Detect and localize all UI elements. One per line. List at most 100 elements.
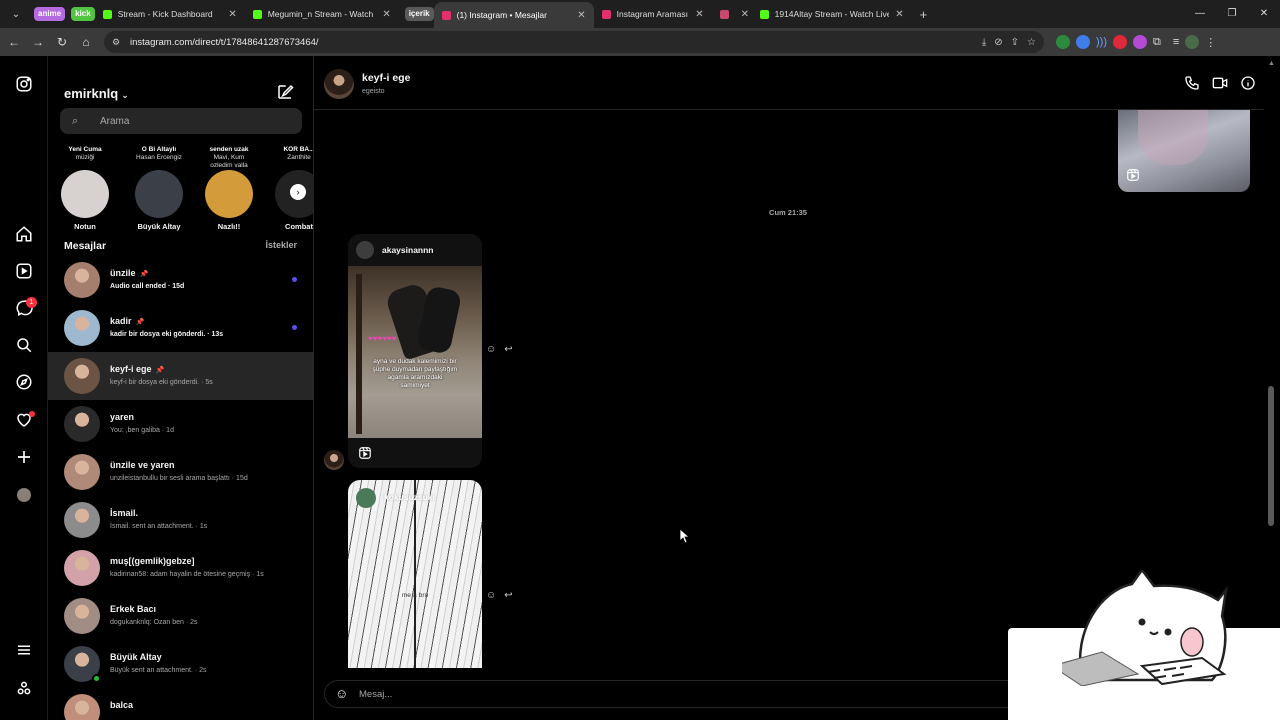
message-actions: ☺ ↩ xyxy=(486,590,513,601)
bookmark-star-icon[interactable]: ☆ xyxy=(1027,37,1036,48)
home-icon[interactable]: ⌂ xyxy=(74,35,98,49)
sender-avatar[interactable] xyxy=(324,450,344,470)
conversation-name: Büyük Altay xyxy=(110,652,162,662)
browser-tab[interactable]: Megumin_n Stream - Watch Li... ✕ xyxy=(245,0,399,28)
close-tab-icon[interactable]: ✕ xyxy=(895,9,903,20)
site-info-icon[interactable]: ⚙ xyxy=(112,37,124,48)
minimize-icon[interactable]: — xyxy=(1184,0,1216,28)
close-tab-icon[interactable]: ✕ xyxy=(695,9,703,20)
close-tab-icon[interactable]: ✕ xyxy=(382,9,390,20)
new-tab-icon[interactable]: + xyxy=(920,7,928,22)
reading-list-icon[interactable]: ≡ xyxy=(1173,36,1179,48)
react-emoji-icon[interactable]: ☺ xyxy=(486,590,496,601)
chevron-right-icon[interactable]: › xyxy=(290,184,306,200)
close-tab-icon[interactable]: ✕ xyxy=(741,9,749,20)
note-item[interactable]: Yeni Cuma müziği Notun xyxy=(54,146,116,231)
info-icon[interactable] xyxy=(1240,75,1256,91)
conversation-item[interactable]: keyf-i ege 📌 keyf-i bir dosya eki gönderdi… xyxy=(48,352,313,400)
conversation-item[interactable]: Erkek Bacı dogukanknlq: Ozan ben · 2s xyxy=(48,592,313,640)
back-icon[interactable]: ← xyxy=(2,35,26,49)
note-item[interactable]: senden uzak Mavi, Kum ozledim valla Nazlı!! xyxy=(198,146,260,231)
note-item[interactable]: O Bi Altaylı Hasan Ercengiz Büyük Altay xyxy=(128,146,190,231)
page-scrollbar[interactable]: ▲ ▼ xyxy=(1264,56,1280,666)
shared-post-card[interactable]: akaysinannn ♥♥♥♥♥♥ ayna ve dudak kalemim… xyxy=(348,234,482,468)
conversation-item[interactable]: ünzile ve yaren unzileistanbullu bir sesl… xyxy=(48,448,313,496)
conversation-item[interactable]: Büyük Altay Büyük sent an attachment. · 2… xyxy=(48,640,313,688)
shared-post-card[interactable]: kokusuzsuki me & bro xyxy=(348,480,482,668)
menu-icon[interactable]: ⋮ xyxy=(1205,36,1216,49)
conversation-item[interactable]: ünzile 📌 Audio call ended · 15d xyxy=(48,256,313,304)
browser-tab[interactable]: (1) Instagram • Mesajlar ✕ xyxy=(433,2,594,28)
conversation-item[interactable]: balca xyxy=(48,688,313,720)
create-plus-icon[interactable] xyxy=(14,447,34,467)
conversation-name-text: kadir xyxy=(110,316,132,326)
search-placeholder: Arama xyxy=(100,115,130,127)
conversation-item[interactable]: yaren You: ,ben galiba · 1d xyxy=(48,400,313,448)
install-icon[interactable]: ⤓ xyxy=(982,37,986,48)
address-bar[interactable]: ⚙ instagram.com/direct/t/178486412876734… xyxy=(104,31,1044,53)
search-input[interactable]: ⌕ Arama xyxy=(60,108,302,134)
browser-tab[interactable]: Instagram Araması ✕ xyxy=(594,0,712,28)
emoji-picker-icon[interactable]: ☺ xyxy=(335,686,351,702)
extension-icon[interactable] xyxy=(1113,35,1127,49)
home-icon[interactable] xyxy=(14,224,34,244)
extension-icon[interactable]: ))) xyxy=(1096,36,1107,48)
react-emoji-icon[interactable]: ☺ xyxy=(486,344,496,355)
tab-group-chip[interactable]: içerik xyxy=(404,7,434,21)
reply-icon[interactable]: ↩ xyxy=(504,344,512,355)
tab-favicon-icon xyxy=(252,9,262,19)
reload-icon[interactable]: ↻ xyxy=(50,35,74,49)
share-icon[interactable]: ⇪ xyxy=(1011,37,1019,48)
chat-avatar[interactable] xyxy=(324,69,354,99)
profile-avatar[interactable] xyxy=(1185,35,1200,49)
search-icon[interactable] xyxy=(14,335,34,355)
conversation-item[interactable]: İsmail. İsmail. sent an attachment. · 1s xyxy=(48,496,313,544)
puzzle-icon[interactable]: ⧉ xyxy=(1153,36,1161,49)
scroll-up-icon[interactable]: ▲ xyxy=(1268,60,1275,67)
note-name: Nazlı!! xyxy=(217,222,241,231)
eye-off-icon[interactable]: ⊘ xyxy=(994,37,1002,48)
new-message-icon[interactable] xyxy=(276,83,294,101)
close-window-icon[interactable]: ✕ xyxy=(1248,0,1280,28)
conversation-item[interactable]: kadir 📌 kadir bir dosya eki gönderdi. · 13… xyxy=(48,304,313,352)
tab-group-chip[interactable]: kick xyxy=(71,7,95,21)
extension-icon[interactable] xyxy=(1076,35,1090,49)
close-tab-icon[interactable]: ✕ xyxy=(577,10,585,21)
conversation-avatar xyxy=(64,550,100,586)
note-title: senden uzak xyxy=(209,146,249,153)
tab-search-icon[interactable]: ⌄ xyxy=(4,4,28,24)
conversation-name-text: Erkek Bacı xyxy=(110,604,157,614)
profile-avatar[interactable] xyxy=(14,485,34,505)
browser-tab[interactable]: Stream - Kick Dashboard ✕ xyxy=(95,0,245,28)
also-from-meta-icon[interactable] xyxy=(14,678,34,698)
reels-icon[interactable] xyxy=(14,261,34,281)
conversation-avatar xyxy=(64,454,100,490)
instagram-logo-icon[interactable] xyxy=(14,74,34,94)
close-tab-icon[interactable]: ✕ xyxy=(228,9,236,20)
account-switcher[interactable]: emirknlq ⌄ xyxy=(64,86,129,101)
conversation-name: Erkek Bacı xyxy=(110,604,156,614)
browser-tab[interactable]: ✕ xyxy=(712,0,752,28)
conversation-name-text: Büyük Altay xyxy=(110,652,162,662)
reply-icon[interactable]: ↩ xyxy=(504,590,512,601)
extension-icon[interactable] xyxy=(1133,35,1147,49)
extension-icon[interactable] xyxy=(1056,35,1070,49)
scrollbar-thumb[interactable] xyxy=(1268,386,1274,526)
note-avatar xyxy=(205,170,253,218)
conversation-preview: dogukanknlq: Ozan ben · 2s xyxy=(110,619,198,626)
more-menu-icon[interactable] xyxy=(14,640,34,660)
conversation-item[interactable]: muş[(gemlik)gebze] kadirinan58: adam haya… xyxy=(48,544,313,592)
video-call-icon[interactable] xyxy=(1212,75,1228,91)
conversation-name-text: yaren xyxy=(110,412,135,422)
maximize-icon[interactable]: ❐ xyxy=(1216,0,1248,28)
phone-icon[interactable] xyxy=(1184,75,1200,91)
forward-icon[interactable]: → xyxy=(26,35,50,49)
tab-group-chip[interactable]: anime xyxy=(34,7,66,21)
chat-name[interactable]: keyf-i ege xyxy=(362,72,410,84)
requests-link[interactable]: İstekler xyxy=(265,240,297,250)
explore-icon[interactable] xyxy=(14,372,34,392)
unread-dot xyxy=(292,277,297,282)
browser-tab[interactable]: 1914Altay Stream - Watch Live ✕ xyxy=(752,0,912,28)
shared-post-username: akaysinannn xyxy=(382,245,434,255)
shared-reel-thumbnail[interactable] xyxy=(1118,110,1250,192)
